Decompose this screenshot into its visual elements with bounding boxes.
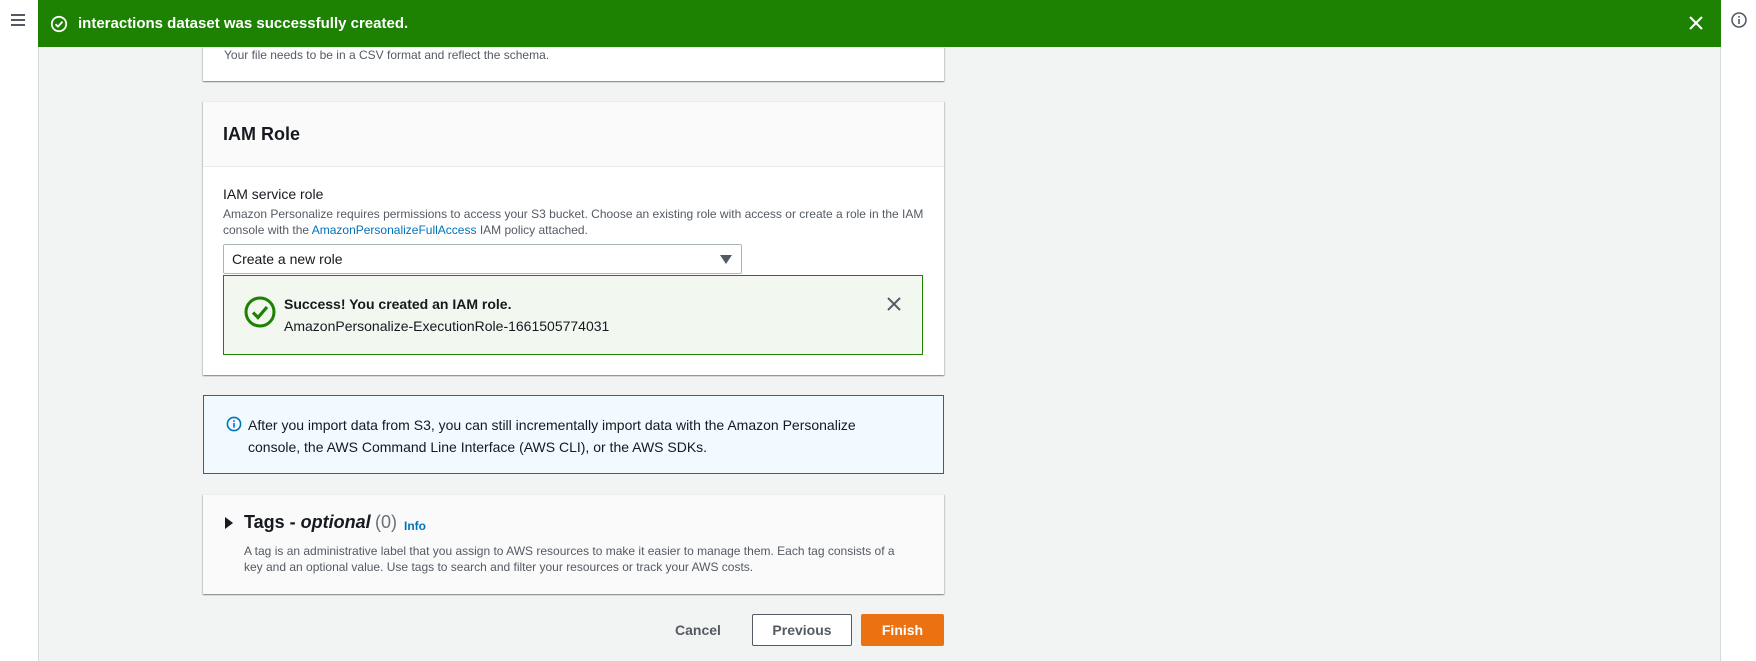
left-navigation-rail <box>0 0 39 661</box>
tags-title: Tags - <box>244 512 301 532</box>
previous-button[interactable]: Previous <box>752 614 852 646</box>
iam-role-heading: IAM Role <box>203 102 944 167</box>
close-icon[interactable] <box>1687 14 1705 32</box>
upload-note: Your file needs to be in a CSV format an… <box>224 48 550 62</box>
success-flash-bar: interactions dataset was successfully cr… <box>38 0 1721 47</box>
tags-description: A tag is an administrative label that yo… <box>244 544 895 574</box>
caret-down-icon <box>720 255 732 264</box>
tags-info-link[interactable]: Info <box>404 519 426 533</box>
iam-service-role-description: Amazon Personalize requires permissions … <box>223 206 924 238</box>
tags-expand-toggle[interactable]: Tags - optional <box>244 512 371 533</box>
info-icon[interactable] <box>1730 11 1748 29</box>
tags-section: Tags - optional (0) Info A tag is an adm… <box>203 494 944 594</box>
info-circle-icon <box>226 416 242 432</box>
main-content: Your file needs to be in a CSV format an… <box>203 47 944 646</box>
success-title: Success! You created an IAM role. <box>284 296 512 312</box>
iam-success-alert: Success! You created an IAM role. Amazon… <box>223 275 923 355</box>
form-actions: Cancel Previous Finish <box>203 614 944 646</box>
upload-card: Your file needs to be in a CSV format an… <box>203 47 944 81</box>
success-check-circle-icon <box>244 296 276 328</box>
full-access-policy-link[interactable]: AmazonPersonalizeFullAccess <box>312 223 477 237</box>
success-check-icon <box>50 15 68 32</box>
hamburger-menu-icon[interactable] <box>9 11 27 29</box>
iam-service-role-label: IAM service role <box>223 186 324 202</box>
caret-right-icon[interactable] <box>224 517 234 529</box>
created-role-name: AmazonPersonalize-ExecutionRole-16615057… <box>284 318 610 334</box>
right-tools-rail <box>1720 0 1756 661</box>
info-alert-text: After you import data from S3, you can s… <box>248 417 856 455</box>
finish-button[interactable]: Finish <box>861 614 944 646</box>
tags-optional-label: optional <box>300 512 371 532</box>
iam-role-select[interactable]: Create a new role <box>223 244 742 274</box>
flash-message: interactions dataset was successfully cr… <box>78 15 409 32</box>
iam-role-title: IAM Role <box>223 123 301 144</box>
close-icon[interactable] <box>886 296 902 312</box>
cancel-button[interactable]: Cancel <box>662 614 734 646</box>
import-info-alert: After you import data from S3, you can s… <box>203 395 944 474</box>
description-text-end: IAM policy attached. <box>476 223 588 237</box>
tags-count: (0) <box>375 512 397 532</box>
iam-role-card: IAM Role IAM service role Amazon Persona… <box>203 101 944 375</box>
select-value: Create a new role <box>232 251 343 267</box>
